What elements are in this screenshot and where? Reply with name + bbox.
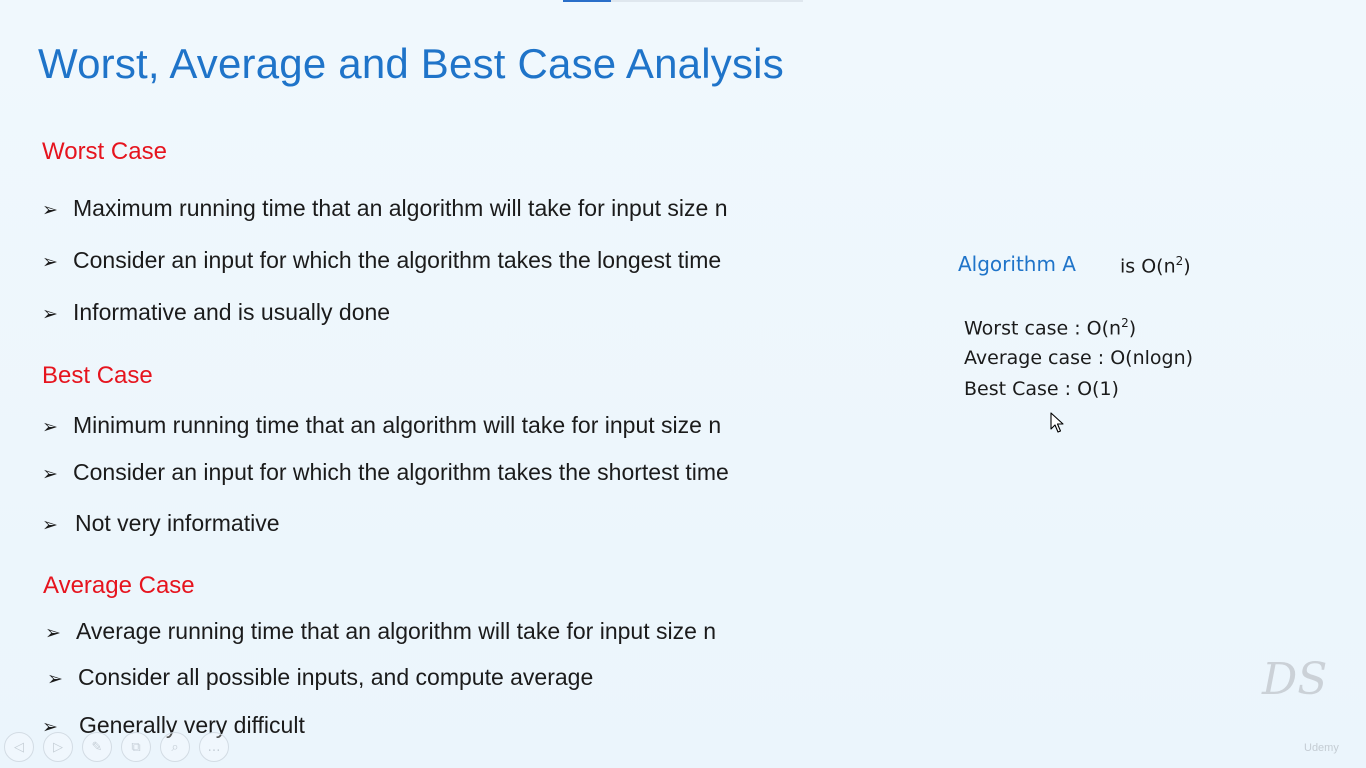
previous-slide-button[interactable]: ◁ (4, 732, 34, 762)
bullet-text: Minimum running time that an algorithm w… (73, 412, 722, 438)
arrow-bullet-icon: ➢ (47, 668, 63, 690)
zoom-button[interactable]: ⌕ (160, 732, 190, 762)
worst-case-exponent: 2 (1121, 316, 1129, 330)
slides-icon: ⧉ (131, 739, 141, 755)
arrow-bullet-icon: ➢ (45, 622, 61, 644)
arrow-right-icon: ▷ (53, 739, 63, 755)
arrow-bullet-icon: ➢ (42, 303, 58, 325)
algorithm-name: Algorithm A (958, 252, 1076, 276)
bullet-item: ➢ Minimum running time that an algorithm … (42, 412, 721, 439)
slide-title: Worst, Average and Best Case Analysis (38, 40, 784, 87)
slideshow-controls: ◁ ▷ ✎ ⧉ ⌕ … (4, 732, 229, 764)
arrow-bullet-icon: ➢ (42, 199, 58, 221)
next-slide-button[interactable]: ▷ (43, 732, 73, 762)
bullet-item: ➢ Average running time that an algorithm … (45, 618, 716, 645)
bullet-item: ➢ Maximum running time that an algorithm … (42, 195, 728, 222)
bullet-item: ➢ Consider an input for which the algorit… (42, 459, 729, 486)
algorithm-complexity: is O(n2) (1120, 254, 1191, 277)
more-options-button[interactable]: … (199, 732, 229, 762)
bullet-text: Maximum running time that an algorithm w… (73, 195, 728, 221)
bullet-text: Consider an input for which the algorith… (73, 459, 729, 485)
bullet-text: Consider an input for which the algorith… (73, 247, 722, 273)
bullet-text: Average running time that an algorithm w… (76, 618, 717, 644)
arrow-bullet-icon: ➢ (42, 514, 58, 536)
pen-tool-button[interactable]: ✎ (82, 732, 112, 762)
complexity-suffix: ) (1183, 255, 1191, 278)
average-case-complexity: Average case : O(nlogn) (964, 347, 1194, 369)
magnifier-icon: ⌕ (171, 739, 179, 755)
best-case-complexity: Best Case : O(1) (964, 378, 1119, 400)
arrow-left-icon: ◁ (14, 739, 24, 755)
worst-case-heading: Worst Case (42, 138, 167, 165)
pen-icon: ✎ (91, 739, 103, 755)
bullet-text: Informative and is usually done (73, 299, 391, 325)
slides-overview-button[interactable]: ⧉ (121, 732, 151, 762)
worst-case-suffix: ) (1128, 317, 1137, 340)
progress-indicator (563, 0, 803, 2)
arrow-bullet-icon: ➢ (42, 416, 58, 438)
ds-logo: DS (1262, 654, 1328, 705)
bullet-item: ➢ Informative and is usually done (42, 299, 390, 326)
udemy-watermark: Udemy (1304, 742, 1339, 754)
average-case-heading: Average Case (43, 572, 195, 599)
best-case-heading: Best Case (42, 362, 153, 389)
more-icon: … (207, 739, 221, 755)
bullet-text: Consider all possible inputs, and comput… (78, 664, 594, 690)
bullet-item: ➢ Consider an input for which the algorit… (42, 247, 721, 274)
worst-case-complexity: Worst case : O(n2) (964, 316, 1136, 339)
complexity-prefix: is O(n (1120, 255, 1176, 278)
arrow-bullet-icon: ➢ (42, 463, 58, 485)
mouse-pointer-icon (1050, 412, 1064, 433)
bullet-text: Not very informative (75, 510, 280, 536)
bullet-item: ➢ Consider all possible inputs, and compu… (47, 664, 593, 691)
bullet-item: ➢ Not very informative (42, 510, 280, 537)
worst-case-prefix: Worst case : O(n (964, 317, 1122, 340)
progress-indicator-fill (563, 0, 611, 2)
arrow-bullet-icon: ➢ (42, 251, 58, 273)
